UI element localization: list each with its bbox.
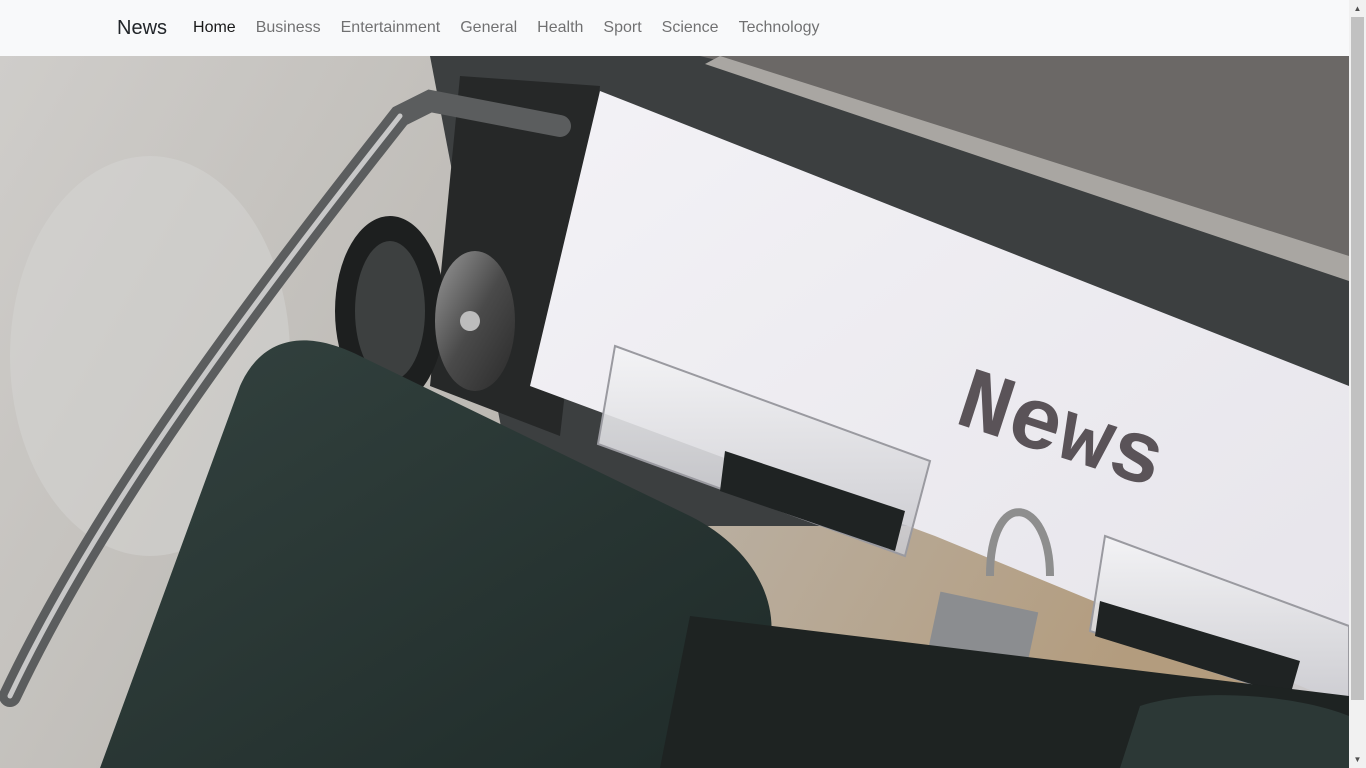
navbar-brand[interactable]: News — [117, 18, 167, 38]
hero-image: News — [0, 56, 1349, 768]
triangle-up-icon[interactable]: ▲ — [1349, 0, 1366, 17]
nav-link-entertainment[interactable]: Entertainment — [331, 12, 451, 44]
scrollbar[interactable]: ▲ ▼ — [1349, 0, 1366, 768]
nav-link-general[interactable]: General — [450, 12, 527, 44]
triangle-down-icon[interactable]: ▼ — [1349, 751, 1366, 768]
nav-link-science[interactable]: Science — [652, 12, 729, 44]
scrollbar-thumb[interactable] — [1351, 17, 1364, 700]
page: News Home Business Entertainment General… — [0, 0, 1349, 768]
nav-link-business[interactable]: Business — [246, 12, 331, 44]
navbar: News Home Business Entertainment General… — [0, 0, 1349, 56]
nav-link-technology[interactable]: Technology — [729, 12, 830, 44]
typewriter-illustration: News — [0, 56, 1349, 768]
nav-link-sport[interactable]: Sport — [593, 12, 651, 44]
nav-links: Home Business Entertainment General Heal… — [183, 12, 830, 44]
nav-link-health[interactable]: Health — [527, 12, 593, 44]
nav-link-home[interactable]: Home — [183, 12, 246, 44]
